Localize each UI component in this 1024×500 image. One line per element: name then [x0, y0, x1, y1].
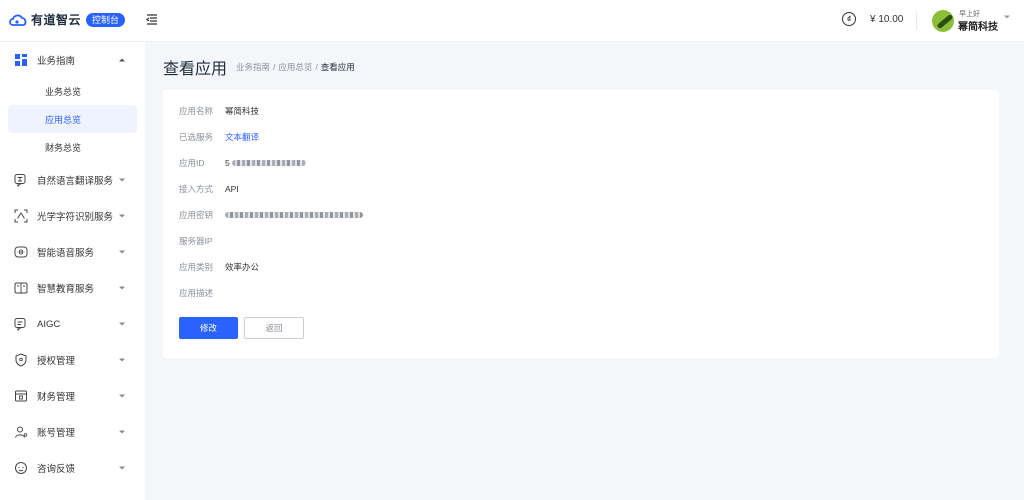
detail-label: 应用描述	[179, 288, 214, 298]
sidebar-subitem-business-overview[interactable]: 业务总览	[8, 77, 137, 105]
detail-value: 效率办公	[225, 262, 260, 272]
detail-row-app-name: 应用名称 幂简科技	[179, 104, 259, 118]
chevron-down-icon	[119, 214, 125, 218]
service-link[interactable]: 文本翻译	[225, 131, 259, 143]
detail-row-server-ip: 服务器IP	[179, 234, 225, 248]
edit-button[interactable]: 修改	[179, 317, 238, 339]
sidebar-item-voice[interactable]: 智能语音服务	[0, 234, 145, 270]
header-divider	[916, 12, 917, 30]
account-icon	[15, 426, 28, 438]
feedback-icon	[15, 462, 27, 474]
back-button[interactable]: 返回	[244, 317, 304, 339]
chevron-down-icon	[119, 322, 125, 326]
sidebar-item-nlp-translation[interactable]: 自然语言翻译服务	[0, 162, 145, 198]
detail-row-category: 应用类别 效率办公	[179, 260, 259, 274]
brand-name: 有道智云	[31, 13, 82, 27]
chevron-down-icon	[119, 250, 125, 254]
breadcrumb-separator: /	[315, 62, 318, 72]
sidebar-item-authorization[interactable]: 授权管理	[0, 342, 145, 378]
aigc-icon	[14, 318, 26, 331]
collapse-sidebar-icon[interactable]	[145, 13, 159, 27]
sidebar-item-ocr[interactable]: 光学字符识别服务	[0, 198, 145, 234]
user-name[interactable]: 幂简科技	[958, 18, 998, 33]
redacted-value	[231, 160, 306, 166]
ocr-scan-icon	[14, 209, 28, 223]
chevron-down-icon	[119, 394, 125, 398]
sidebar: 业务指南 业务总览 应用总览 财务总览 自然语言翻译服务 光学字符识别服务 智能…	[0, 42, 145, 500]
breadcrumb-current: 查看应用	[320, 62, 355, 72]
detail-label: 应用名称	[179, 106, 214, 116]
detail-row-app-secret: 应用密钥	[179, 208, 363, 222]
sidebar-subitem-label: 应用总览	[45, 114, 82, 125]
console-badge: 控制台	[86, 12, 126, 27]
sidebar-item-label: 咨询反馈	[37, 464, 76, 475]
chevron-down-icon[interactable]	[1003, 14, 1011, 20]
redacted-value	[225, 212, 363, 218]
chevron-up-icon	[119, 58, 125, 62]
breadcrumb-link[interactable]: 应用总览	[278, 62, 312, 72]
breadcrumb: 业务指南 / 应用总览 / 查看应用	[236, 61, 355, 73]
sidebar-subitem-label: 业务总览	[45, 86, 82, 97]
sidebar-item-label: 业务指南	[37, 56, 76, 67]
sidebar-item-label: 自然语言翻译服务	[37, 176, 114, 187]
shield-icon	[15, 353, 27, 367]
detail-value: 幂简科技	[225, 106, 260, 116]
top-bar: 有道智云 控制台 ₫ ¥ 10.00 早上好 幂简科技	[0, 0, 1024, 42]
breadcrumb-link[interactable]: 业务指南	[236, 62, 270, 72]
detail-label: 已选服务	[179, 132, 214, 142]
chevron-down-icon	[119, 286, 125, 290]
detail-value: 5	[225, 158, 230, 168]
breadcrumb-separator: /	[273, 62, 276, 72]
detail-row-app-id: 应用ID 5	[179, 156, 306, 170]
cloud-logo-icon	[9, 14, 27, 26]
sidebar-item-aigc[interactable]: AIGC	[0, 306, 145, 342]
detail-label: 应用密钥	[179, 210, 214, 220]
sidebar-item-account[interactable]: 账号管理	[0, 414, 145, 450]
sidebar-subitem-finance-overview[interactable]: 财务总览	[8, 133, 137, 161]
sidebar-subitem-label: 财务总览	[45, 142, 82, 153]
sidebar-item-education[interactable]: 智慧教育服务	[0, 270, 145, 306]
sidebar-item-label: 授权管理	[37, 356, 76, 367]
detail-row-description: 应用描述	[179, 286, 225, 300]
detail-label: 应用类别	[179, 262, 214, 272]
sidebar-item-label: AIGC	[37, 318, 61, 330]
detail-row-access-method: 接入方式 API	[179, 182, 239, 196]
sidebar-item-label: 智能语音服务	[37, 248, 95, 259]
detail-label: 应用ID	[179, 158, 205, 168]
avatar[interactable]	[932, 10, 954, 32]
detail-label: 接入方式	[179, 184, 214, 194]
finance-icon	[15, 390, 27, 402]
sidebar-item-label: 智慧教育服务	[37, 284, 95, 295]
sidebar-item-label: 光学字符识别服务	[37, 212, 114, 223]
detail-row-services: 已选服务 文本翻译	[179, 130, 259, 144]
chevron-down-icon	[119, 430, 125, 434]
balance-display[interactable]: ₫ ¥ 10.00	[842, 12, 903, 26]
sidebar-item-label: 账号管理	[37, 428, 76, 439]
balance-amount: ¥ 10.00	[870, 13, 904, 25]
chevron-down-icon	[119, 466, 125, 470]
sidebar-item-label: 财务管理	[37, 392, 76, 403]
page-title: 查看应用	[163, 61, 228, 78]
app-detail-card: 应用名称 幂简科技 已选服务 文本翻译 应用ID 5 接入方式 API 应用密钥…	[163, 90, 999, 358]
translate-icon	[14, 174, 26, 187]
detail-value: API	[225, 184, 239, 194]
sidebar-item-feedback[interactable]: 咨询反馈	[0, 450, 145, 486]
brand-logo[interactable]: 有道智云 控制台	[8, 11, 126, 28]
sidebar-item-finance[interactable]: 财务管理	[0, 378, 145, 414]
sidebar-item-business-guide[interactable]: 业务指南	[0, 42, 145, 78]
sidebar-subitem-app-overview[interactable]: 应用总览	[8, 105, 137, 133]
balance-coin-icon: ₫	[842, 12, 856, 26]
chevron-down-icon	[119, 178, 125, 182]
grid-icon	[15, 54, 27, 66]
chevron-down-icon	[119, 358, 125, 362]
education-icon	[14, 282, 28, 294]
voice-icon	[14, 246, 28, 258]
detail-label: 服务器IP	[179, 236, 213, 246]
